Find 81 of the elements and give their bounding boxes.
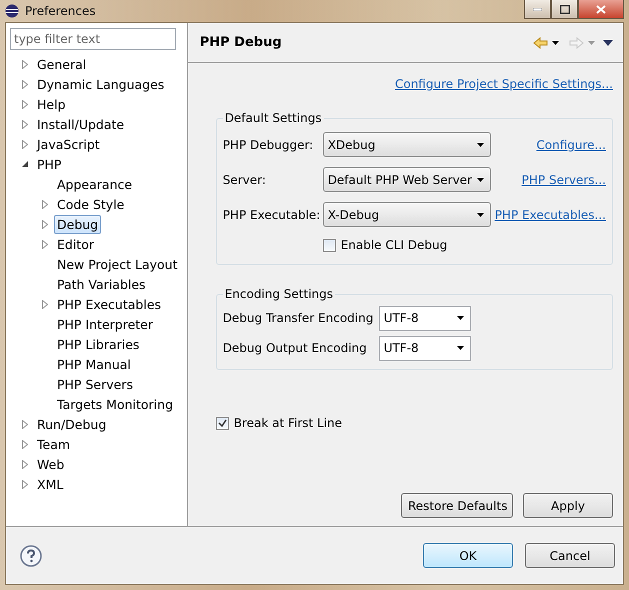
tree-item[interactable]: JavaScript [34,134,103,154]
tree-item[interactable]: Install/Update [34,114,128,134]
menu-icon[interactable] [603,40,613,46]
expand-icon[interactable] [22,60,28,68]
caret-icon [588,40,595,44]
dropdown[interactable]: Default PHP Web Server [322,167,491,192]
app-icon [5,4,19,18]
caret-icon [476,212,484,216]
expand-icon[interactable] [22,440,28,448]
close-button[interactable] [578,0,624,19]
maximize-button[interactable] [551,0,578,19]
caret-icon [456,316,464,320]
tree-item[interactable]: PHP Libraries [54,334,142,354]
tree-item[interactable]: PHP Manual [54,354,134,374]
tree-item[interactable]: Appearance [54,174,136,194]
field-label: PHP Debugger: [222,138,314,152]
field-label: PHP Executable: [222,208,319,222]
expand-icon[interactable] [42,220,48,228]
dropdown[interactable]: XDebug [322,132,491,157]
apply-button[interactable]: Apply [523,493,613,518]
cancel-button[interactable]: Cancel [525,543,615,568]
expand-icon[interactable] [22,460,28,468]
caret-icon [476,142,484,146]
checkbox-label: Break at First Line [234,416,342,430]
maximize-icon [560,4,570,14]
restore-defaults-button[interactable]: Restore Defaults [401,493,513,518]
tree-item[interactable]: General [34,54,90,74]
window-title: Preferences [25,4,96,18]
help-icon[interactable] [20,544,42,566]
tree-item[interactable]: Editor [54,234,97,254]
settings-link[interactable]: PHP Executables... [494,208,606,222]
expand-icon[interactable] [22,80,28,88]
minimize-button[interactable] [524,0,551,19]
tree-item[interactable]: XML [34,474,66,494]
checkbox[interactable] [322,238,336,252]
project-settings-link[interactable]: Configure Project Specific Settings... [394,77,613,91]
tree-item[interactable]: Dynamic Languages [34,74,168,94]
expand-icon[interactable] [42,300,48,308]
dropdown[interactable]: UTF-8 [378,306,471,330]
checkbox-label: Enable CLI Debug [340,238,448,252]
ok-button[interactable]: OK [423,543,513,568]
forward-arrow-icon[interactable] [569,36,584,48]
collapse-icon[interactable] [22,160,28,168]
caret-icon [552,40,559,44]
settings-link[interactable]: PHP Servers... [522,172,606,186]
dropdown[interactable]: UTF-8 [378,336,471,360]
tree-item[interactable]: Path Variables [54,274,149,294]
expand-icon[interactable] [22,420,28,428]
tree-item[interactable]: Help [34,94,68,114]
tree-item[interactable]: Targets Monitoring [54,394,176,414]
tree-item[interactable]: Code Style [54,194,128,214]
tree-item[interactable]: Run/Debug [34,414,110,434]
tree-item[interactable]: PHP [34,154,64,174]
page-title: PHP Debug [200,35,282,50]
caret-icon [476,178,484,182]
expand-icon[interactable] [22,480,28,488]
tree-item[interactable]: PHP Interpreter [54,314,156,334]
expand-icon[interactable] [22,120,28,128]
tree-item[interactable]: Debug [54,214,102,234]
settings-link[interactable]: Configure... [536,138,606,152]
tree-item[interactable]: PHP Executables [54,294,164,314]
expand-icon[interactable] [42,240,48,248]
tree-item[interactable]: Web [34,454,68,474]
group-title: Default Settings [224,111,323,125]
expand-icon[interactable] [22,140,28,148]
expand-icon[interactable] [42,200,48,208]
tree-item[interactable]: PHP Servers [54,374,136,394]
expand-icon[interactable] [22,100,28,108]
group-title: Encoding Settings [224,287,334,301]
tree-item[interactable]: Team [34,434,74,454]
back-arrow-icon[interactable] [533,36,548,48]
field-label: Server: [222,172,267,186]
field-label: Debug Output Encoding [222,341,368,355]
field-label: Debug Transfer Encoding [222,311,374,325]
checkbox[interactable] [216,416,229,430]
caret-icon [456,346,464,350]
tree-item[interactable]: New Project Layout [54,254,180,274]
filter-field[interactable]: type filter text [10,28,176,50]
close-icon [596,4,606,14]
dropdown[interactable]: X-Debug [322,202,491,227]
minimize-icon [533,8,542,10]
